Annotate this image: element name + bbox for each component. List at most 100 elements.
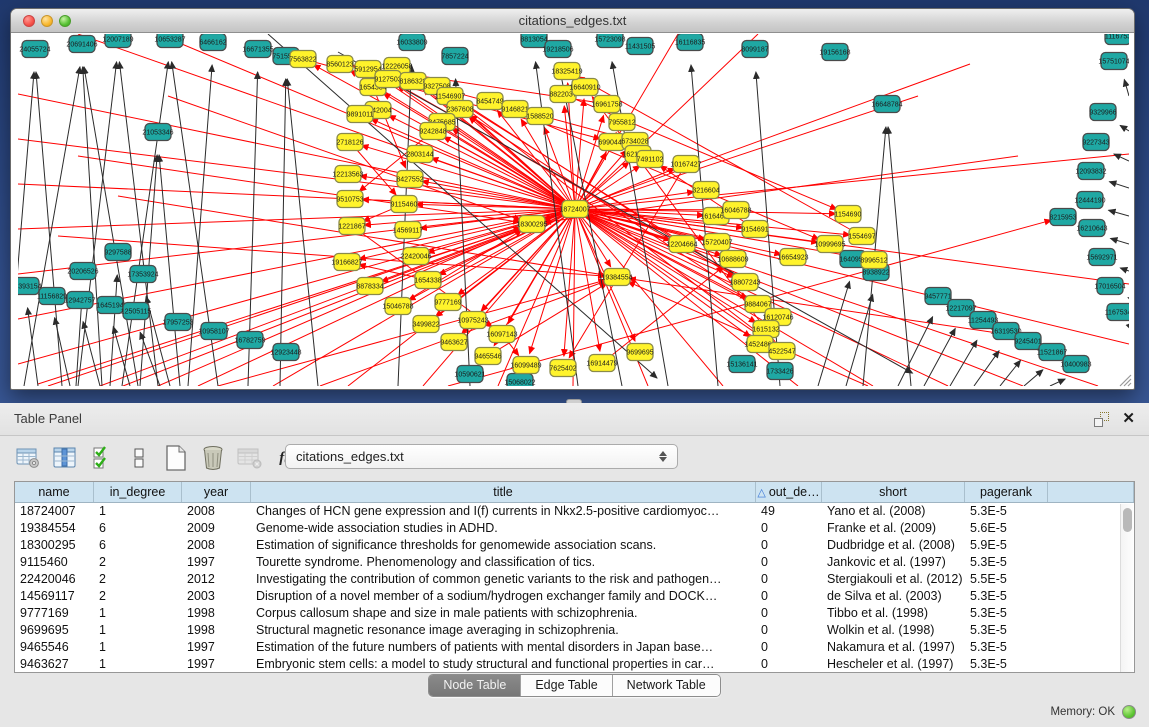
cell-title[interactable]: Changes of HCN gene expression and I(f) … xyxy=(251,503,756,520)
cell-pagerank[interactable]: 5.3E-5 xyxy=(965,622,1048,639)
tab-network-table[interactable]: Network Table xyxy=(613,675,720,696)
graph-node[interactable]: 12204664 xyxy=(666,236,697,253)
graph-node[interactable]: 15751074 xyxy=(1098,53,1129,70)
graph-node[interactable]: 12444190 xyxy=(1074,192,1105,209)
table-settings-icon[interactable] xyxy=(14,444,42,472)
cell-short[interactable]: Nakamura et al. (1997) xyxy=(822,639,965,656)
cell-title[interactable]: Genome-wide association studies in ADHD. xyxy=(251,520,756,537)
graph-node[interactable]: 15692971 xyxy=(1086,249,1117,266)
graph-node[interactable]: 6466162 xyxy=(199,34,226,51)
graph-node[interactable]: 12942757 xyxy=(64,292,95,309)
cell-year[interactable]: 1998 xyxy=(182,622,251,639)
cell-name[interactable]: 9115460 xyxy=(15,554,94,571)
window-titlebar[interactable]: citations_edges.txt xyxy=(11,9,1134,33)
graph-node[interactable]: 9699695 xyxy=(626,344,653,361)
cell-name[interactable]: 9699695 xyxy=(15,622,94,639)
table-scrollbar[interactable] xyxy=(1120,504,1133,673)
column-header-title[interactable]: title xyxy=(251,482,756,502)
graph-node[interactable]: 1654338 xyxy=(414,272,441,289)
column-header-name[interactable]: name xyxy=(15,482,94,502)
cell-in_degree[interactable]: 6 xyxy=(94,520,182,537)
graph-node[interactable]: 9154691 xyxy=(741,221,768,238)
column-header-year[interactable]: year xyxy=(182,482,251,502)
graph-node[interactable]: 9127503 xyxy=(374,71,401,88)
cell-out_de[interactable]: 0 xyxy=(756,639,822,656)
graph-node[interactable]: 1588520 xyxy=(526,108,553,125)
cell-name[interactable]: 14569117 xyxy=(15,588,94,605)
graph-node[interactable]: 10975243 xyxy=(457,312,488,329)
cell-year[interactable]: 1997 xyxy=(182,639,251,656)
graph-node[interactable]: 1645194 xyxy=(96,297,123,314)
cell-in_degree[interactable]: 1 xyxy=(94,622,182,639)
cell-pagerank[interactable]: 5.3E-5 xyxy=(965,605,1048,622)
cell-out_de[interactable]: 0 xyxy=(756,520,822,537)
cell-in_degree[interactable]: 2 xyxy=(94,571,182,588)
cell-in_degree[interactable]: 2 xyxy=(94,588,182,605)
close-panel-icon[interactable]: ✕ xyxy=(1122,409,1135,427)
tab-node-table[interactable]: Node Table xyxy=(429,675,521,696)
cell-title[interactable]: Corpus callosum shape and size in male p… xyxy=(251,605,756,622)
graph-node[interactable]: 9242848 xyxy=(419,123,446,140)
graph-node[interactable]: 8215953 xyxy=(1049,209,1076,226)
column-visibility-icon[interactable] xyxy=(51,444,79,472)
graph-node[interactable]: 12007189 xyxy=(102,34,133,48)
cell-title[interactable]: Estimation of significance thresholds fo… xyxy=(251,537,756,554)
cell-pagerank[interactable]: 5.9E-5 xyxy=(965,537,1048,554)
graph-node[interactable]: 16097143 xyxy=(486,326,517,343)
graph-node[interactable]: 1733426 xyxy=(766,363,793,380)
graph-node[interactable]: 1154690 xyxy=(835,206,862,223)
select-columns-icon[interactable] xyxy=(88,444,116,472)
graph-node[interactable]: 16046788 xyxy=(720,202,751,219)
cell-pagerank[interactable]: 5.3E-5 xyxy=(965,588,1048,605)
cell-in_degree[interactable]: 1 xyxy=(94,656,182,673)
graph-node[interactable]: 15046788 xyxy=(382,298,413,315)
cell-year[interactable]: 2009 xyxy=(182,520,251,537)
graph-node[interactable]: 11156829 xyxy=(37,288,67,305)
cell-name[interactable]: 18724007 xyxy=(15,503,94,520)
cell-out_de[interactable]: 0 xyxy=(756,622,822,639)
cell-year[interactable]: 1997 xyxy=(182,554,251,571)
cell-out_de[interactable]: 0 xyxy=(756,571,822,588)
table-row[interactable]: 977716911998Corpus callosum shape and si… xyxy=(15,605,1134,622)
graph-node[interactable]: 10653287 xyxy=(154,34,185,48)
row-height-icon[interactable] xyxy=(125,444,153,472)
network-view-canvas[interactable]: 2405572420691406120071891065328764661621… xyxy=(18,34,1129,386)
table-row[interactable]: 946554611997Estimation of the future num… xyxy=(15,639,1134,656)
cell-out_de[interactable]: 0 xyxy=(756,554,822,571)
cell-year[interactable]: 2003 xyxy=(182,588,251,605)
table-row[interactable]: 1872400712008Changes of HCN gene express… xyxy=(15,503,1134,520)
graph-node[interactable]: 14569117 xyxy=(393,222,424,239)
graph-node[interactable]: 8454749 xyxy=(476,93,503,110)
table-row[interactable]: 969969511998Structural magnetic resonanc… xyxy=(15,622,1134,639)
graph-node[interactable]: 10167427 xyxy=(670,156,701,173)
cell-short[interactable]: Hescheler et al. (1997) xyxy=(822,656,965,673)
cell-year[interactable]: 2008 xyxy=(182,537,251,554)
graph-node[interactable]: 9227343 xyxy=(1082,134,1109,151)
cell-name[interactable]: 9777169 xyxy=(15,605,94,622)
delete-table-icon[interactable] xyxy=(236,444,264,472)
cell-title[interactable]: Tourette syndrome. Phenomenology and cla… xyxy=(251,554,756,571)
graph-node[interactable]: 16782759 xyxy=(234,332,265,349)
column-header-short[interactable]: short xyxy=(822,482,965,502)
cell-title[interactable]: Structural magnetic resonance image aver… xyxy=(251,622,756,639)
column-header-pagerank[interactable]: pagerank xyxy=(965,482,1048,502)
graph-node[interactable]: 18807243 xyxy=(729,274,760,291)
graph-node[interactable]: 17957253 xyxy=(162,314,193,331)
cell-short[interactable]: Yano et al. (2008) xyxy=(822,503,965,520)
graph-node[interactable]: 8878334 xyxy=(356,278,383,295)
cell-title[interactable]: Embryonic stem cells: a model to study s… xyxy=(251,656,756,673)
graph-node[interactable]: 2803144 xyxy=(406,146,433,163)
graph-node[interactable]: 12213563 xyxy=(332,166,363,183)
cell-short[interactable]: Wolkin et al. (1998) xyxy=(822,622,965,639)
graph-node[interactable]: 19166827 xyxy=(331,254,362,271)
cell-short[interactable]: Stergiakouli et al. (2012) xyxy=(822,571,965,588)
new-column-icon[interactable] xyxy=(162,444,190,472)
graph-node[interactable]: 19384554 xyxy=(601,269,632,286)
scrollbar-thumb[interactable] xyxy=(1123,508,1132,532)
graph-node[interactable]: 16210643 xyxy=(1076,220,1107,237)
cell-out_de[interactable]: 49 xyxy=(756,503,822,520)
cell-pagerank[interactable]: 5.3E-5 xyxy=(965,656,1048,673)
cell-pagerank[interactable]: 5.3E-5 xyxy=(965,639,1048,656)
graph-node[interactable]: 9891011 xyxy=(347,106,374,123)
graph-node[interactable]: 7857224 xyxy=(441,48,468,65)
